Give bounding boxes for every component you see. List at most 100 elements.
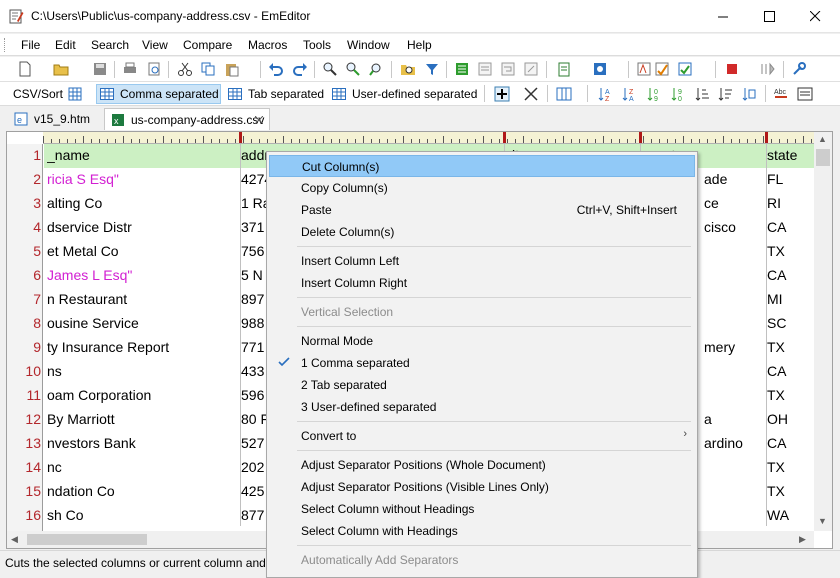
find-previous-icon[interactable]: [369, 61, 385, 77]
outline-icon[interactable]: [454, 61, 470, 77]
add-separator-icon[interactable]: [494, 86, 510, 102]
vertical-scroll-thumb[interactable]: [816, 149, 830, 166]
table-cell[interactable]: 80 F: [241, 411, 267, 427]
menu-help[interactable]: Help: [407, 38, 432, 52]
table-cell[interactable]: nvestors Bank: [47, 435, 239, 451]
emeditor-app-icon[interactable]: [9, 9, 24, 24]
open-folder-icon[interactable]: [53, 61, 69, 77]
table-cell[interactable]: CA: [767, 267, 812, 283]
wrap-icon[interactable]: [500, 61, 516, 77]
table-cell[interactable]: a: [704, 411, 766, 427]
table-cell[interactable]: 425: [241, 483, 267, 499]
table-cell[interactable]: 877: [241, 507, 267, 523]
table-cell[interactable]: MI: [767, 291, 812, 307]
table-cell[interactable]: TX: [767, 339, 812, 355]
table-cell[interactable]: ns: [47, 363, 239, 379]
context-menu-item[interactable]: Insert Column Left: [269, 250, 695, 272]
menu-compare[interactable]: Compare: [183, 38, 232, 52]
table-cell[interactable]: 771: [241, 339, 267, 355]
close-button[interactable]: [792, 0, 838, 32]
menu-edit[interactable]: Edit: [55, 38, 76, 52]
context-menu-item[interactable]: Normal Mode: [269, 330, 695, 352]
redo-icon[interactable]: [292, 61, 308, 77]
new-file-icon[interactable]: [17, 61, 33, 77]
context-menu-item[interactable]: Cut Column(s): [269, 155, 695, 177]
context-menu-item[interactable]: Insert Column Right: [269, 272, 695, 294]
tab-us-company-address-csv[interactable]: x us-company-address.csv: [104, 108, 270, 130]
menu-window[interactable]: Window: [347, 38, 390, 52]
sort-length-asc-icon[interactable]: [694, 86, 710, 102]
menu-tools[interactable]: Tools: [303, 38, 331, 52]
table-cell[interactable]: state: [767, 147, 812, 163]
sort-numeric-desc-icon[interactable]: 90: [670, 86, 686, 102]
context-menu-item[interactable]: Adjust Separator Positions (Visible Line…: [269, 476, 695, 498]
tab-v15-9-htm[interactable]: e v15_9.htm: [8, 108, 100, 130]
context-menu-item[interactable]: Paste Ctrl+V, Shift+Insert: [269, 199, 695, 221]
table-cell[interactable]: cisco: [704, 219, 766, 235]
find-in-files-icon[interactable]: [400, 61, 416, 77]
menu-macros[interactable]: Macros: [248, 38, 287, 52]
table-cell[interactable]: ce: [704, 195, 766, 211]
table-cell[interactable]: CA: [767, 219, 812, 235]
table-cell[interactable]: sh Co: [47, 507, 239, 523]
context-menu-item[interactable]: Delete Column(s): [269, 221, 695, 243]
ruler-column-marker[interactable]: [503, 132, 506, 143]
read-only-icon[interactable]: [523, 61, 539, 77]
table-cell[interactable]: n Restaurant: [47, 291, 239, 307]
sort-dialog-icon[interactable]: [797, 86, 813, 102]
table-cell[interactable]: ardino: [704, 435, 766, 451]
context-menu-item[interactable]: 2 Tab separated: [269, 374, 695, 396]
menu-view[interactable]: View: [142, 38, 168, 52]
word-complete-icon[interactable]: [654, 61, 670, 77]
print-icon[interactable]: [122, 61, 138, 77]
table-cell[interactable]: _name: [47, 147, 237, 163]
table-cell[interactable]: et Metal Co: [47, 243, 239, 259]
undo-icon[interactable]: [268, 61, 284, 77]
ruler-column-marker[interactable]: [765, 132, 768, 143]
table-cell[interactable]: 1 Ra: [241, 195, 267, 211]
table-cell[interactable]: 371: [241, 219, 267, 235]
adjust-separators-icon[interactable]: [523, 86, 539, 102]
copy-icon[interactable]: [200, 61, 216, 77]
table-cell[interactable]: James L Esq": [47, 267, 239, 283]
plugin-icon[interactable]: [592, 61, 608, 77]
menu-file[interactable]: File: [21, 38, 40, 52]
context-menu-item[interactable]: Adjust Separator Positions (Whole Docume…: [269, 454, 695, 476]
table-cell[interactable]: ousine Service: [47, 315, 239, 331]
sort-numeric-asc-icon[interactable]: 09: [646, 86, 662, 102]
table-cell[interactable]: oam Corporation: [47, 387, 239, 403]
table-cell[interactable]: nc: [47, 459, 239, 475]
column-select-icon[interactable]: [556, 86, 572, 102]
tab-close-icon[interactable]: [255, 116, 263, 124]
table-cell[interactable]: 756: [241, 243, 267, 259]
sort-icon[interactable]: [636, 61, 652, 77]
table-cell[interactable]: alting Co: [47, 195, 239, 211]
table-cell[interactable]: 527: [241, 435, 267, 451]
sort-length-desc-icon[interactable]: [717, 86, 733, 102]
table-cell[interactable]: SC: [767, 315, 812, 331]
table-cell[interactable]: 988: [241, 315, 267, 331]
find-icon[interactable]: [322, 61, 338, 77]
table-cell[interactable]: TX: [767, 483, 812, 499]
table-cell[interactable]: OH: [767, 411, 812, 427]
table-cell[interactable]: 596: [241, 387, 267, 403]
context-menu-item[interactable]: 3 User-defined separated: [269, 396, 695, 418]
table-cell[interactable]: WA: [767, 507, 812, 523]
save-icon[interactable]: [92, 61, 108, 77]
minimize-button[interactable]: [700, 0, 746, 32]
user-defined-separated-button[interactable]: User-defined separated: [329, 84, 479, 104]
record-macro-icon[interactable]: [724, 61, 740, 77]
menu-search[interactable]: Search: [91, 38, 129, 52]
sort-a-z-icon[interactable]: AZ: [597, 86, 613, 102]
table-cell[interactable]: ty Insurance Report: [47, 339, 239, 355]
table-cell[interactable]: TX: [767, 387, 812, 403]
table-cell[interactable]: CA: [767, 435, 812, 451]
table-cell[interactable]: 897: [241, 291, 267, 307]
menubar-grip[interactable]: [4, 38, 7, 52]
vertical-scrollbar[interactable]: ▲ ▼: [814, 132, 832, 531]
scroll-up-icon[interactable]: ▲: [818, 134, 827, 144]
table-cell[interactable]: FL: [767, 171, 812, 187]
table-cell[interactable]: 5 N: [241, 267, 267, 283]
sort-options-icon[interactable]: [741, 86, 757, 102]
table-cell[interactable]: ade: [704, 171, 766, 187]
